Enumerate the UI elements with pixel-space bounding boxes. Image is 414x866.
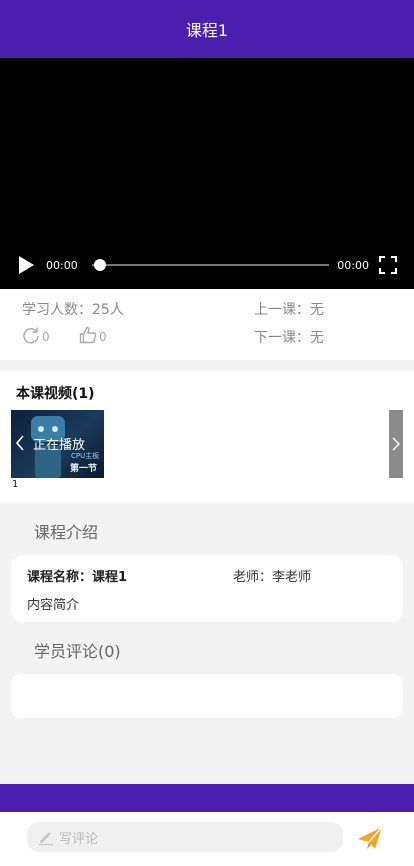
video-index: 1 xyxy=(12,479,19,490)
page-title: 课程1 xyxy=(185,21,229,40)
comment-input[interactable]: 写评论 xyxy=(27,822,343,852)
chevron-right-icon xyxy=(392,437,400,451)
progress-track[interactable] xyxy=(91,259,330,271)
intro-card: 课程名称：课程1 老师：李老师 内容简介 xyxy=(11,555,403,622)
course-stats: 学习人数：25人 上一课：无 下一课：无 0 0 xyxy=(0,289,414,360)
chevron-left-icon[interactable] xyxy=(15,435,25,451)
refresh-button[interactable]: 0 xyxy=(22,326,50,344)
pencil-icon xyxy=(39,832,53,846)
scroll-right-button[interactable] xyxy=(389,410,403,478)
like-count: 0 xyxy=(99,330,107,344)
thumbnail-part: 第一节 xyxy=(70,464,98,474)
top-bar: 课程1 xyxy=(0,0,414,58)
duration-time: 00:00 xyxy=(337,258,369,272)
intro-title: 课程介绍 xyxy=(34,523,99,542)
lesson-videos: 本课视频(1) 正在播放 CPU主板 第一节 1 xyxy=(0,371,414,503)
prev-lesson-link[interactable]: 上一课：无 xyxy=(254,299,324,319)
bottom-band xyxy=(0,784,414,812)
refresh-count: 0 xyxy=(42,330,50,344)
play-icon[interactable] xyxy=(18,256,34,274)
fullscreen-icon[interactable] xyxy=(379,256,397,274)
next-lesson-link[interactable]: 下一课：无 xyxy=(254,327,324,347)
comment-bar: 写评论 xyxy=(0,812,414,866)
video-player[interactable]: 00:00 00:00 xyxy=(0,58,414,289)
course-summary: 内容简介 xyxy=(27,598,80,613)
thumbnail-caption: CPU主板 xyxy=(71,452,100,460)
player-controls: 00:00 00:00 xyxy=(0,241,414,289)
like-button[interactable]: 0 xyxy=(79,326,107,344)
comments-list xyxy=(11,674,403,718)
video-thumbnail[interactable]: 正在播放 CPU主板 第一节 xyxy=(11,410,104,478)
learner-count: 学习人数：25人 xyxy=(22,302,124,318)
teacher-name: 老师：李老师 xyxy=(233,570,312,585)
current-time: 00:00 xyxy=(46,258,78,272)
section-title: 本课视频(1) xyxy=(16,386,95,402)
comment-placeholder: 写评论 xyxy=(59,831,99,847)
comments-title: 学员评论(0) xyxy=(34,642,121,661)
course-name: 课程名称：课程1 xyxy=(27,570,128,585)
send-icon[interactable] xyxy=(356,825,384,851)
progress-thumb[interactable] xyxy=(93,259,106,271)
refresh-icon xyxy=(23,327,39,344)
thumbs-up-icon xyxy=(79,326,97,344)
